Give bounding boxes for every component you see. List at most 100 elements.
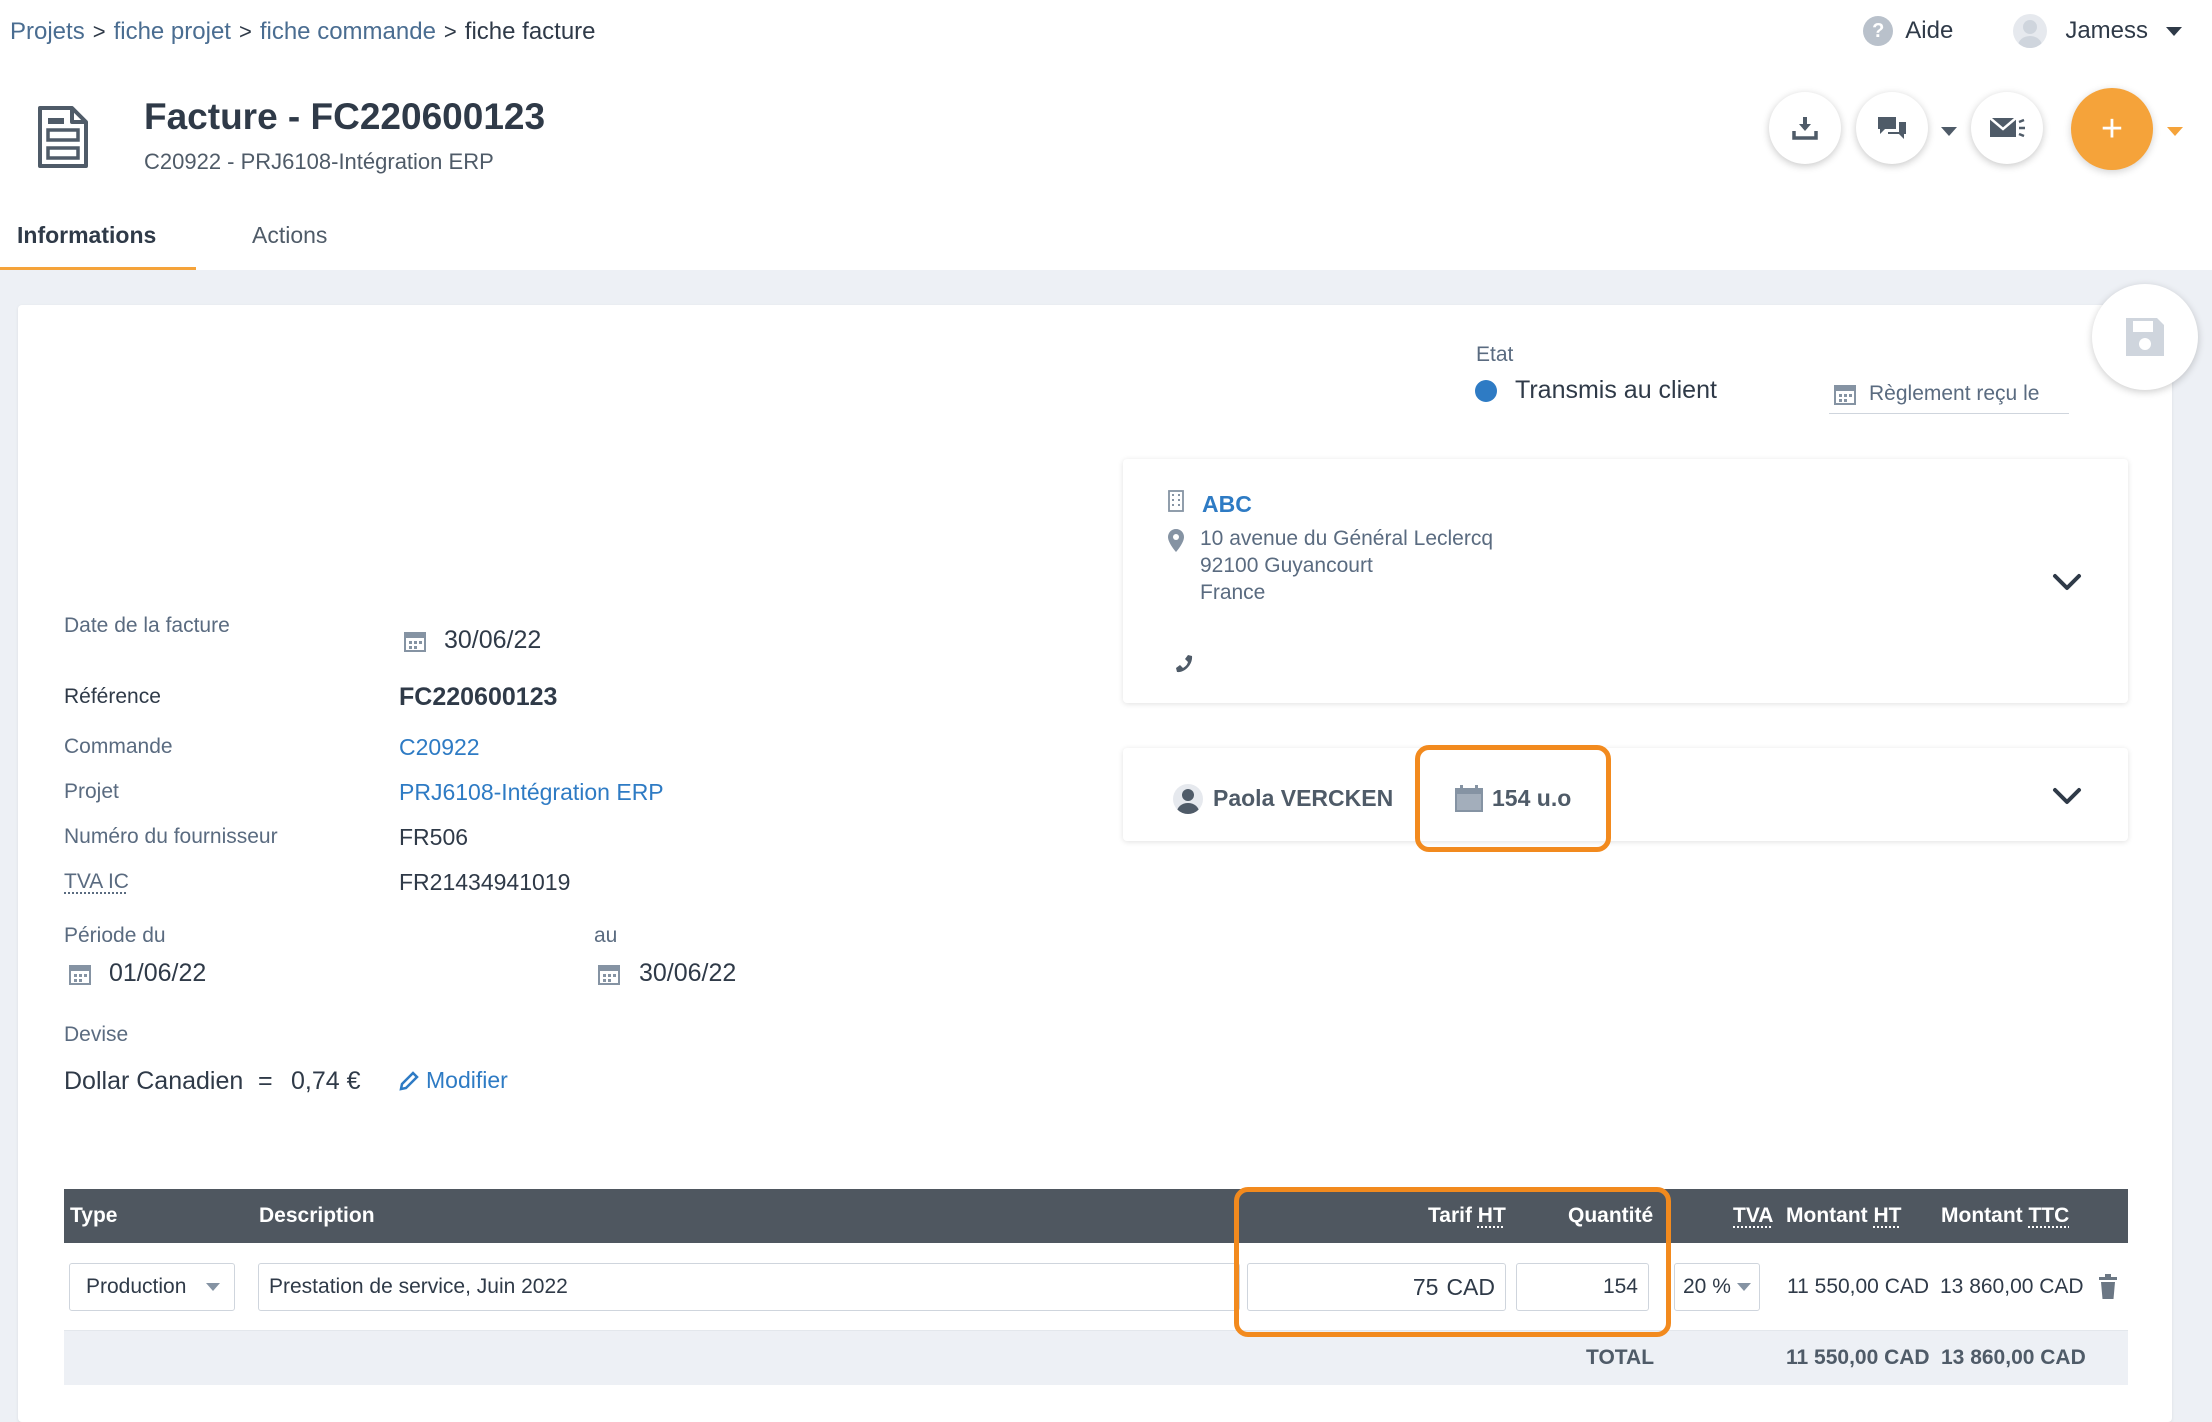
table-footer: TOTAL 11 550,00 CAD 13 860,00 CAD bbox=[64, 1331, 2128, 1385]
chevron-down-icon[interactable] bbox=[2052, 787, 2082, 805]
save-icon bbox=[2126, 318, 2164, 356]
col-montant-ht-prefix: Montant bbox=[1786, 1204, 1874, 1227]
add-button[interactable]: + bbox=[2071, 88, 2153, 170]
total-label: TOTAL bbox=[1586, 1346, 1655, 1369]
user-avatar-icon bbox=[2013, 14, 2048, 48]
page-title: Facture - FC220600123 bbox=[144, 96, 546, 137]
breadcrumb-separator: > bbox=[92, 19, 106, 44]
client-panel bbox=[1123, 459, 2128, 703]
add-dropdown-icon[interactable] bbox=[2167, 127, 2183, 136]
comments-button[interactable] bbox=[1856, 92, 1928, 164]
breadcrumb-projets[interactable]: Projets bbox=[10, 18, 85, 46]
comments-dropdown-icon[interactable] bbox=[1941, 127, 1957, 136]
col-type: Type bbox=[70, 1204, 118, 1227]
map-pin-icon bbox=[1168, 529, 1184, 552]
chevron-down-icon bbox=[2166, 26, 2182, 36]
help-link[interactable]: ? Aide bbox=[1863, 16, 1953, 46]
client-name-link[interactable]: ABC bbox=[1202, 491, 1252, 518]
calendar-icon bbox=[69, 965, 91, 985]
currency-label: Devise bbox=[64, 1023, 129, 1046]
contact-name[interactable]: Paola VERCKEN bbox=[1213, 785, 1393, 812]
currency-equals: = bbox=[258, 1067, 273, 1095]
breadcrumb: Projets > fiche projet > fiche commande … bbox=[10, 18, 596, 46]
invoice-lines-table: Type Description Tarif HT Quantité TVA M… bbox=[64, 1189, 2128, 1385]
help-icon: ? bbox=[1863, 16, 1894, 46]
chevron-down-icon bbox=[1737, 1283, 1751, 1291]
client-address-line2: 92100 Guyancourt bbox=[1200, 554, 1373, 577]
calendar-icon bbox=[598, 965, 620, 985]
pencil-icon bbox=[399, 1070, 419, 1091]
col-montant-ttc: Montant TTC bbox=[1941, 1204, 2069, 1228]
supplier-number-label: Numéro du fournisseur bbox=[64, 825, 278, 848]
payment-received-date-field[interactable]: Règlement reçu le bbox=[1829, 374, 2069, 414]
period-to-value[interactable]: 30/06/22 bbox=[639, 959, 736, 988]
user-name: Jamess bbox=[2065, 17, 2148, 44]
user-menu[interactable]: Jamess bbox=[2013, 14, 2182, 48]
breadcrumb-fiche-commande[interactable]: fiche commande bbox=[260, 18, 436, 46]
row-montant-ht: 11 550,00 CAD bbox=[1787, 1275, 1930, 1298]
table-row: Production Prestation de service, Juin 2… bbox=[64, 1243, 2128, 1331]
vat-ic-value: FR21434941019 bbox=[399, 869, 571, 895]
supplier-number-value: FR506 bbox=[399, 824, 469, 850]
tabs: Informations Actions bbox=[0, 210, 371, 270]
client-address-line3: France bbox=[1200, 581, 1266, 604]
type-select-value: Production bbox=[86, 1275, 187, 1298]
period-from-label: Période du bbox=[64, 924, 166, 947]
tarif-quantity-highlight-box bbox=[1234, 1187, 1671, 1337]
description-value: Prestation de service, Juin 2022 bbox=[269, 1275, 568, 1298]
page-subtitle: C20922 - PRJ6108-Intégration ERP bbox=[144, 149, 494, 174]
col-montant-ht-suffix: HT bbox=[1873, 1204, 1902, 1227]
send-mail-button[interactable] bbox=[1971, 92, 2043, 164]
order-link[interactable]: C20922 bbox=[399, 734, 480, 761]
col-montant-ttc-prefix: Montant bbox=[1941, 1204, 2029, 1227]
breadcrumb-separator: > bbox=[238, 19, 252, 44]
invoice-date-value[interactable]: 30/06/22 bbox=[444, 626, 541, 655]
tva-value: 20 % bbox=[1683, 1275, 1731, 1298]
reference-value: FC220600123 bbox=[399, 683, 558, 711]
col-montant-ttc-suffix: TTC bbox=[2028, 1204, 2070, 1227]
breadcrumb-fiche-facture: fiche facture bbox=[464, 18, 596, 45]
project-label: Projet bbox=[64, 780, 119, 803]
vat-ic-label: TVA IC bbox=[64, 870, 129, 893]
building-icon bbox=[1168, 490, 1184, 512]
breadcrumb-separator: > bbox=[443, 19, 457, 44]
project-link[interactable]: PRJ6108-Intégration ERP bbox=[399, 779, 664, 806]
trash-icon[interactable] bbox=[2098, 1274, 2118, 1300]
col-montant-ht: Montant HT bbox=[1786, 1204, 1901, 1228]
calendar-icon bbox=[1834, 384, 1856, 405]
tab-informations[interactable]: Informations bbox=[0, 210, 196, 270]
invoice-document-icon bbox=[36, 104, 90, 176]
breadcrumb-fiche-projet[interactable]: fiche projet bbox=[114, 18, 231, 46]
period-from-value[interactable]: 01/06/22 bbox=[109, 959, 206, 988]
total-montant-ttc: 13 860,00 CAD bbox=[1941, 1346, 2086, 1369]
chat-icon bbox=[1878, 117, 1906, 139]
total-montant-ht: 11 550,00 CAD bbox=[1786, 1346, 1930, 1369]
help-label: Aide bbox=[1905, 17, 1954, 44]
payment-received-placeholder: Règlement reçu le bbox=[1869, 381, 2040, 405]
row-montant-ttc: 13 860,00 CAD bbox=[1940, 1275, 2084, 1298]
phone-icon[interactable] bbox=[1170, 650, 1198, 678]
status-dot-icon bbox=[1475, 380, 1497, 402]
chevron-down-icon bbox=[206, 1283, 220, 1291]
description-input[interactable]: Prestation de service, Juin 2022 bbox=[258, 1263, 1240, 1311]
period-to-label: au bbox=[594, 924, 618, 947]
col-tva: TVA bbox=[1733, 1204, 1774, 1227]
download-button[interactable] bbox=[1769, 92, 1841, 164]
reference-label: Référence bbox=[64, 685, 161, 708]
currency-rate: 0,74 € bbox=[291, 1067, 361, 1095]
save-button[interactable] bbox=[2092, 284, 2198, 390]
chevron-down-icon[interactable] bbox=[2052, 573, 2082, 591]
tab-actions[interactable]: Actions bbox=[196, 210, 371, 270]
modify-label: Modifier bbox=[426, 1067, 508, 1093]
status-label: Etat bbox=[1476, 343, 1514, 366]
type-select[interactable]: Production bbox=[69, 1263, 235, 1311]
status-value[interactable]: Transmis au client bbox=[1515, 376, 1717, 405]
currency-name: Dollar Canadien bbox=[64, 1067, 244, 1095]
download-icon bbox=[1792, 117, 1818, 140]
units-highlight-box bbox=[1415, 745, 1611, 852]
client-address-line1: 10 avenue du Général Leclercq bbox=[1200, 527, 1494, 550]
modify-currency-link[interactable]: Modifier bbox=[398, 1067, 508, 1094]
order-label: Commande bbox=[64, 735, 173, 758]
contact-avatar-icon bbox=[1173, 784, 1203, 814]
tva-select[interactable]: 20 % bbox=[1674, 1263, 1760, 1311]
